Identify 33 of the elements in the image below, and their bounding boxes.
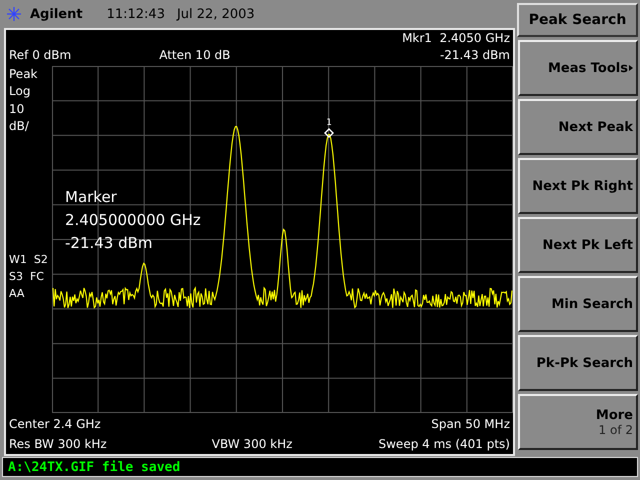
marker-readout: 2.405000000 GHz <box>65 210 201 231</box>
sweep-time: Sweep 4 ms (401 pts) <box>378 438 510 450</box>
status-message: A:\24TX.GIF file saved <box>8 460 180 474</box>
marker-number: 1 <box>326 118 332 128</box>
softkey-button[interactable]: Pk-Pk Search <box>518 335 638 391</box>
marker-readout: -21.43 dBm <box>65 232 153 254</box>
softkey-button[interactable]: Next Peak <box>518 99 638 155</box>
clock-time: 11:12:43 <box>106 6 165 22</box>
scale-label: Peak <box>9 66 38 83</box>
softkey-button[interactable]: Next Pk Left <box>518 217 638 273</box>
trace-status-label: S3 FC <box>9 268 44 285</box>
date: Jul 22, 2003 <box>176 6 255 22</box>
softkey-button[interactable]: Meas Tools <box>518 40 638 96</box>
softkey-button[interactable]: Next Pk Right <box>518 158 638 214</box>
center-frequency: Center 2.4 GHz <box>9 418 101 430</box>
menu-title: Peak Search <box>517 3 638 37</box>
marker-frequency: Mkr1 2.4050 GHz <box>402 32 510 44</box>
video-bandwidth: VBW 300 kHz <box>212 438 292 450</box>
reference-level: Ref 0 dBm <box>9 49 72 62</box>
resolution-bandwidth: Res BW 300 kHz <box>9 438 107 450</box>
scale-label: 10 <box>9 100 26 118</box>
marker-amplitude: -21.43 dBm <box>440 49 510 62</box>
attenuation: Atten 10 dB <box>159 49 230 62</box>
logo-icon <box>6 6 22 22</box>
scale-label: Log <box>9 83 32 100</box>
marker-readout: Marker <box>65 186 117 208</box>
trace-status-label: AA <box>9 286 24 302</box>
scale-label: dB/ <box>9 118 30 136</box>
softkey-button[interactable]: Min Search <box>518 276 638 332</box>
brand-name: Agilent <box>30 6 83 22</box>
frequency-span: Span 50 MHz <box>431 418 510 430</box>
trace-status-label: W1 S2 <box>9 252 48 268</box>
softkey-button[interactable]: More 1 of 2 <box>518 394 638 450</box>
